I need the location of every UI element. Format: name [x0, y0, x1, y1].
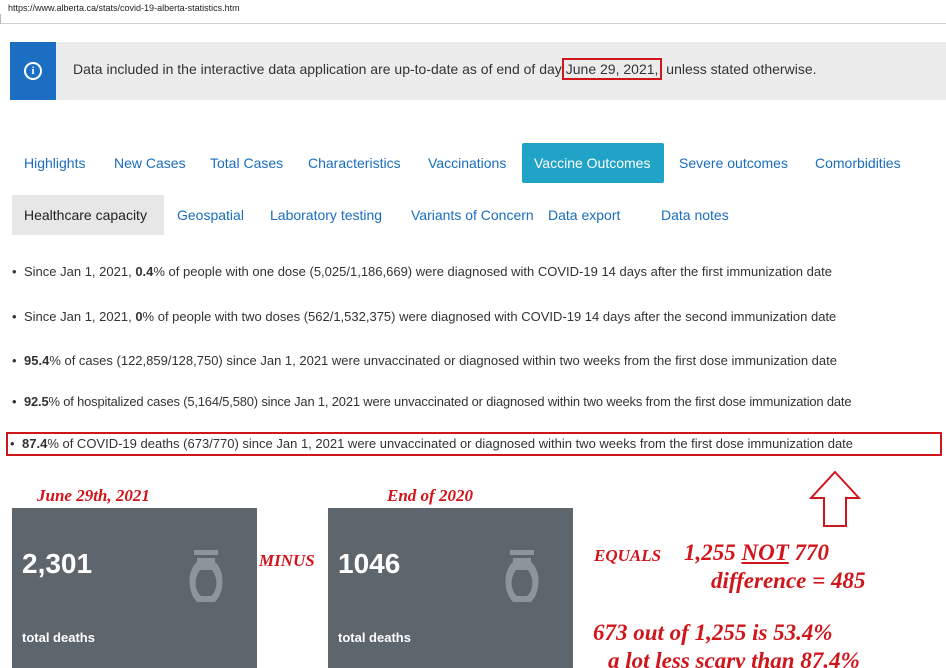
list-item-highlighted: 87.4% of COVID-19 deaths (673/770) since… — [6, 432, 942, 456]
result-value: 1,255 — [684, 540, 736, 565]
list-item-text: Since Jan 1, 2021, — [24, 309, 136, 324]
list-item-stat: 95.4 — [24, 353, 50, 368]
result-not: NOT — [741, 540, 789, 565]
result-compare: 770 — [794, 540, 830, 565]
tab-highlights[interactable]: Highlights — [12, 143, 97, 183]
tab-vaccinations[interactable]: Vaccinations — [416, 143, 518, 183]
list-item-text: % of hospitalized cases (5,164/5,580) si… — [48, 394, 852, 409]
up-arrow-icon — [809, 470, 861, 527]
equals-annotation: EQUALS — [594, 546, 662, 565]
card-heading-2020: End of 2020 — [387, 486, 473, 505]
list-item: 92.5% of hospitalized cases (5,164/5,580… — [12, 394, 852, 409]
tab-vaccine-outcomes[interactable]: Vaccine Outcomes — [522, 143, 664, 183]
list-item-stat: 87.4 — [22, 436, 48, 451]
tab-new-cases[interactable]: New Cases — [102, 143, 198, 183]
list-item-text: % of people with one dose (5,025/1,186,6… — [153, 264, 832, 279]
tab-data-notes[interactable]: Data notes — [649, 195, 741, 235]
list-item: 95.4% of cases (122,859/128,750) since J… — [12, 353, 837, 368]
comment-annotation: a lot less scary than 87.4% — [608, 648, 860, 668]
total-deaths-card-current: 2,301 total deaths — [12, 508, 257, 668]
notice-text-after: unless stated otherwise. — [662, 61, 817, 77]
list-item-stat: 0.4 — [135, 264, 154, 279]
tab-healthcare-capacity[interactable]: Healthcare capacity — [12, 195, 164, 235]
info-badge: i — [10, 42, 56, 100]
total-deaths-value: 2,301 — [22, 548, 93, 579]
list-item: Since Jan 1, 2021, 0.4% of people with o… — [12, 264, 832, 279]
tab-data-export[interactable]: Data export — [536, 195, 632, 235]
update-notice: i Data included in the interactive data … — [10, 42, 946, 100]
notice-text-before: Data included in the interactive data ap… — [73, 61, 562, 77]
difference-annotation: difference = 485 — [711, 568, 866, 593]
tab-comorbidities[interactable]: Comorbidities — [803, 143, 913, 183]
address-bar[interactable]: https://www.alberta.ca/stats/covid-19-al… — [0, 0, 946, 24]
tab-severe-outcomes[interactable]: Severe outcomes — [667, 143, 800, 183]
list-item-text: % of COVID-19 deaths (673/770) since Jan… — [47, 436, 854, 451]
total-deaths-label: total deaths — [22, 630, 95, 645]
minus-annotation: MINUS — [259, 551, 315, 570]
total-deaths-label: total deaths — [338, 630, 411, 645]
list-item-stat: 0 — [135, 309, 143, 324]
urn-icon — [505, 550, 539, 602]
notice-text: Data included in the interactive data ap… — [73, 58, 817, 80]
ratio-annotation: 673 out of 1,255 is 53.4% — [593, 620, 833, 645]
list-item-stat: 92.5 — [24, 394, 49, 409]
tab-characteristics[interactable]: Characteristics — [296, 143, 413, 183]
tab-variants-of-concern[interactable]: Variants of Concern — [399, 195, 546, 235]
list-item: Since Jan 1, 2021, 0% of people with two… — [12, 309, 836, 324]
result-annotation: 1,255 NOT 770 — [684, 540, 829, 566]
tab-total-cases[interactable]: Total Cases — [198, 143, 295, 183]
total-deaths-card-2020: 1046 total deaths — [328, 508, 573, 668]
card-heading-current: June 29th, 2021 — [37, 486, 150, 505]
info-icon: i — [24, 62, 42, 80]
window-edge — [0, 14, 4, 24]
urn-icon — [189, 550, 223, 602]
list-item-text: % of people with two doses (562/1,532,37… — [142, 309, 837, 324]
list-item-text: Since Jan 1, 2021, — [24, 264, 136, 279]
tab-geospatial[interactable]: Geospatial — [165, 195, 256, 235]
list-item-text: % of cases (122,859/128,750) since Jan 1… — [49, 353, 837, 368]
total-deaths-value: 1046 — [338, 548, 401, 579]
tab-laboratory-testing[interactable]: Laboratory testing — [258, 195, 394, 235]
url-text: https://www.alberta.ca/stats/covid-19-al… — [8, 3, 240, 13]
notice-date-highlight: June 29, 2021, — [561, 58, 663, 80]
